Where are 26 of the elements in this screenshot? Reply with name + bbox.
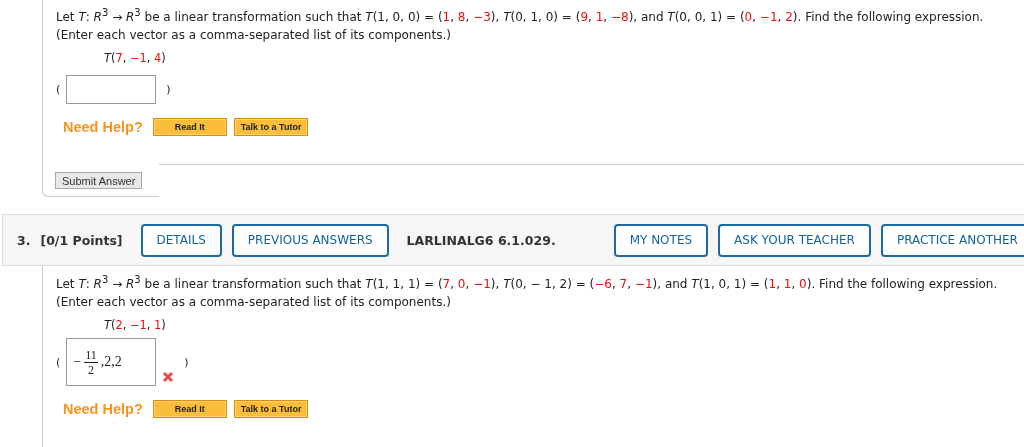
close-paren: ): [166, 83, 171, 96]
open-paren: (: [56, 83, 61, 96]
instruction-text: (Enter each vector as a comma-separated list of its components.): [56, 294, 452, 311]
expression-text: T(7, −1, 4): [104, 51, 167, 65]
expression-text: T(2, −1, 1): [104, 318, 167, 332]
practice-another-button[interactable]: PRACTICE ANOTHER: [880, 223, 1024, 257]
question-code: LARLINALG6 6.1.029.: [406, 232, 556, 248]
points-label: [0/1 Points]: [40, 232, 123, 248]
need-help-label: Need Help?: [63, 119, 143, 135]
instruction-text: (Enter each vector as a comma-separated list of its components.): [56, 27, 452, 44]
previous-answers-button[interactable]: PREVIOUS ANSWERS: [231, 223, 389, 257]
close-paren: ): [184, 355, 189, 369]
ask-teacher-button[interactable]: ASK YOUR TEACHER: [718, 223, 871, 257]
need-help-label: Need Help?: [63, 401, 143, 417]
problem-statement: Let T: R$^{3}$ → R$^{3}$ be a linear transformation such that T(1, 1, 1) = (7, 0, −1), T(0, − 1, 2) = (−6, 7, −1), and T(1, 0, 1) = (1, 1, 0). Find the following expression.: [56, 273, 999, 293]
open-paren: (: [56, 355, 61, 369]
read-it-button[interactable]: Read It: [152, 118, 227, 136]
answer-field[interactable]: [66, 75, 157, 104]
tutor-button[interactable]: Talk to a Tutor: [233, 118, 309, 136]
tutor-button[interactable]: Talk to a Tutor: [233, 400, 309, 418]
submit-answer-button[interactable]: Submit Answer: [55, 172, 143, 189]
question-number: 3.: [17, 232, 31, 248]
problem-statement: Let T: R$^{3}$ → R$^{3}$ be a linear transformation such that T(1, 0, 0) = (1, 8, −3), T(0, 1, 0) = (9, 1, −8), and T(0, 0, 1) = (0, −1, 2). Find the following expression.: [56, 6, 985, 26]
my-notes-button[interactable]: MY NOTES: [613, 223, 709, 257]
details-button[interactable]: DETAILS: [140, 223, 222, 257]
read-it-button[interactable]: Read It: [152, 400, 227, 418]
